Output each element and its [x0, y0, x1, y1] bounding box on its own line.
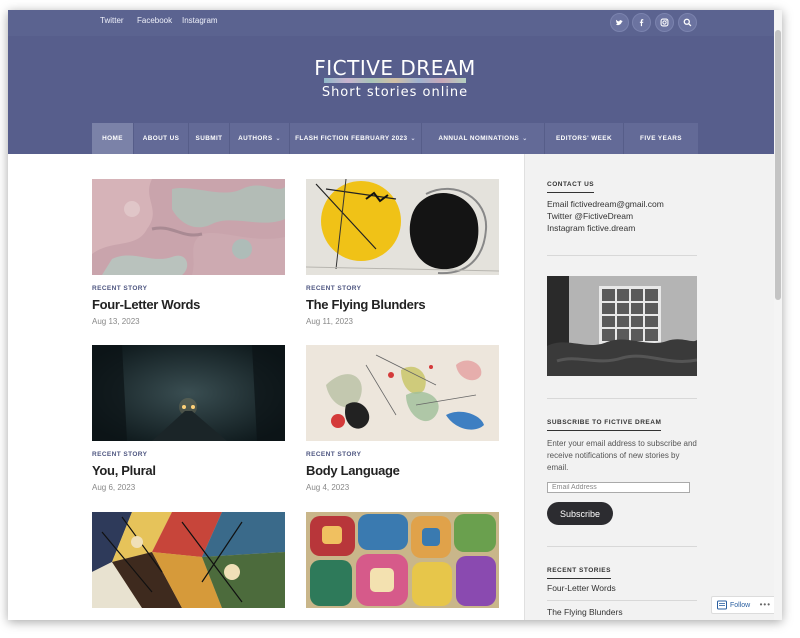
post-image-peeling-wall[interactable] [92, 179, 285, 275]
facebook-link[interactable]: Facebook [137, 16, 172, 25]
nav-item-flash-fiction[interactable]: FLASH FICTION FEBRUARY 2023 ⌄ [290, 123, 422, 154]
instagram-link[interactable]: Instagram [182, 16, 218, 25]
nav-item-editors-week[interactable]: EDITORS' WEEK [545, 123, 624, 154]
chevron-down-icon: ⌄ [275, 136, 281, 142]
widget-title-recent-stories: RECENT STORIES [547, 567, 611, 579]
nav-item-annual-nominations[interactable]: ANNUAL NOMINATIONS ⌄ [422, 123, 545, 154]
browser-window: Twitter Facebook Instagram FICTIVE DREAM… [8, 10, 782, 620]
recent-story-link[interactable]: Four-Letter Words [547, 583, 616, 593]
more-options-icon[interactable]: ••• [760, 600, 771, 609]
subscribe-button[interactable]: Subscribe [547, 502, 613, 525]
post-title[interactable]: Four-Letter Words [92, 297, 200, 312]
email-field[interactable] [547, 482, 690, 493]
post-image-abstract-circles[interactable] [306, 179, 499, 275]
divider [547, 255, 697, 256]
post-title[interactable]: The Flying Blunders [306, 297, 426, 312]
divider [547, 398, 697, 399]
site-header: FICTIVE DREAM Short stories online HOME … [8, 36, 782, 154]
post-date: Aug 4, 2023 [306, 483, 350, 492]
post-date: Aug 13, 2023 [92, 317, 140, 326]
post-image-foggy-road[interactable] [92, 345, 285, 441]
post-image-textile-art[interactable] [306, 512, 499, 608]
subscribe-description: Enter your email address to subscribe an… [547, 439, 697, 472]
scrollbar[interactable] [774, 10, 782, 620]
main-navigation: HOME ABOUT US SUBMIT AUTHORS ⌄ FLASH FICT… [92, 123, 698, 154]
twitter-link[interactable]: Twitter [100, 16, 124, 25]
divider [547, 546, 697, 547]
search-icon[interactable] [678, 13, 697, 32]
facebook-icon[interactable] [632, 13, 651, 32]
post-category[interactable]: RECENT STORY [92, 285, 147, 292]
divider [547, 600, 697, 601]
post-title[interactable]: You, Plural [92, 463, 156, 478]
post-image-cubist-painting[interactable] [92, 512, 285, 608]
post-title[interactable]: Body Language [306, 463, 400, 478]
chevron-down-icon: ⌄ [522, 136, 528, 142]
nav-item-submit[interactable]: SUBMIT [189, 123, 230, 154]
scrollbar-thumb[interactable] [775, 30, 781, 300]
contact-instagram[interactable]: Instagram fictive.dream [547, 223, 635, 233]
twitter-icon[interactable] [610, 13, 629, 32]
top-bar: Twitter Facebook Instagram [8, 10, 782, 36]
post-category[interactable]: RECENT STORY [306, 285, 361, 292]
follow-button[interactable]: Follow ••• [711, 596, 777, 614]
nav-item-about-us[interactable]: ABOUT US [134, 123, 189, 154]
post-date: Aug 6, 2023 [92, 483, 136, 492]
post-category[interactable]: RECENT STORY [306, 451, 361, 458]
nav-item-authors[interactable]: AUTHORS ⌄ [230, 123, 290, 154]
widget-title-subscribe: SUBSCRIBE TO FICTIVE DREAM [547, 419, 662, 431]
contact-twitter[interactable]: Twitter @FictiveDream [547, 211, 633, 221]
sidebar-photo-window[interactable] [547, 276, 697, 376]
recent-story-link[interactable]: The Flying Blunders [547, 607, 623, 617]
post-date: Aug 11, 2023 [306, 317, 354, 326]
follow-label: Follow [730, 601, 751, 609]
chevron-down-icon: ⌄ [410, 136, 416, 142]
nav-item-five-years[interactable]: FIVE YEARS [624, 123, 698, 154]
site-tagline: Short stories online [321, 85, 469, 100]
post-image-abstract-painting[interactable] [306, 345, 499, 441]
reader-icon [717, 600, 727, 610]
contact-email[interactable]: Email fictivedream@gmail.com [547, 199, 664, 209]
instagram-icon[interactable] [655, 13, 674, 32]
title-decoration-strip [324, 78, 466, 83]
post-category[interactable]: RECENT STORY [92, 451, 147, 458]
site-title[interactable]: FICTIVE DREAM [8, 56, 782, 80]
nav-item-home[interactable]: HOME [92, 123, 134, 154]
widget-title-contact: CONTACT US [547, 181, 595, 193]
